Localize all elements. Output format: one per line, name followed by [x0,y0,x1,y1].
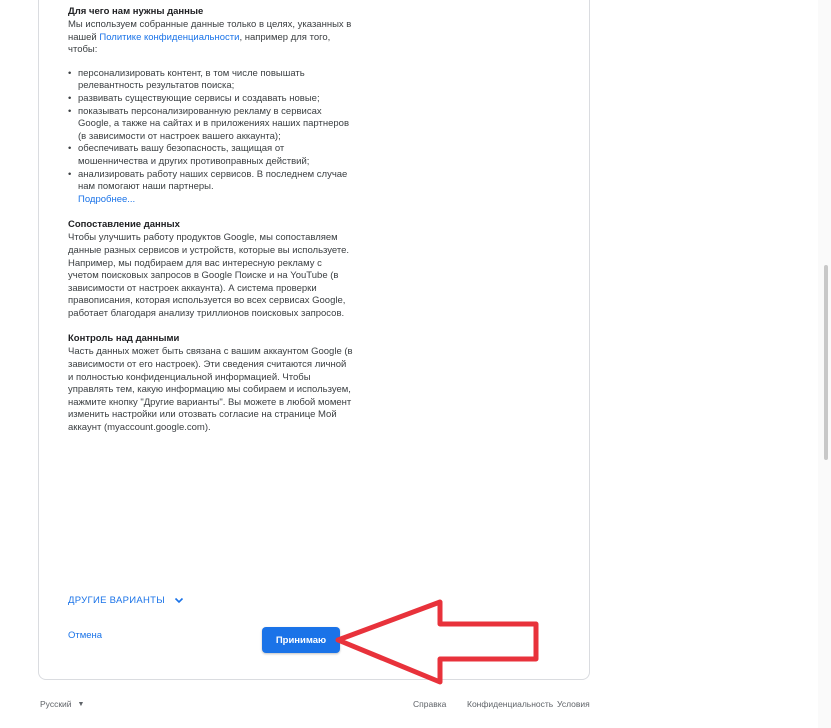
section-intro: Мы используем собранные данные только в … [68,19,353,57]
chevron-down-icon [174,597,184,604]
cancel-button[interactable]: Отмена [68,630,102,641]
footer-terms-link[interactable]: Условия [557,699,590,709]
footer-help-link[interactable]: Справка [413,699,446,709]
section-data-control: Контроль над данными Часть данных может … [68,333,353,434]
list-item-text: анализировать работу наших сервисов. В п… [78,168,348,193]
left-arrow-annotation [335,599,539,685]
usage-list: персонализировать контент, в том числе п… [68,68,353,207]
accept-button[interactable]: Принимаю [262,627,340,653]
language-label: Русский [40,699,72,709]
list-item: персонализировать контент, в том числе п… [68,68,353,93]
caret-down-icon: ▼ [77,700,85,708]
section-data-usage: Для чего нам нужны данные Мы используем … [68,6,353,206]
list-item: развивать существующие сервисы и создава… [68,93,353,106]
list-item: обеспечивать вашу безопасность, защищая … [68,143,353,168]
section-title: Сопоставление данных [68,219,180,231]
consent-text: Для чего нам нужны данные Мы используем … [68,6,353,435]
more-options-button[interactable]: ДРУГИЕ ВАРИАНТЫ [68,594,185,606]
privacy-policy-link[interactable]: Политике конфиденциальности [99,32,239,43]
list-item: анализировать работу наших сервисов. В п… [68,169,353,207]
section-title: Для чего нам нужны данные [68,6,204,17]
list-item: показывать персонализированную рекламу в… [68,106,353,144]
section-text: Чтобы улучшить работу продуктов Google, … [68,232,350,319]
section-data-matching: Сопоставление данных Чтобы улучшить рабо… [68,219,353,320]
language-selector[interactable]: Русский ▼ [40,699,84,709]
section-text: Часть данных может быть связана с вашим … [68,346,353,434]
section-title: Контроль над данными [68,333,180,345]
more-options-label: ДРУГИЕ ВАРИАНТЫ [68,594,165,606]
learn-more-link[interactable]: Подробнее... [78,194,135,205]
footer-privacy-link[interactable]: Конфиденциальность [467,699,553,709]
scrollbar-thumb[interactable] [824,265,828,460]
